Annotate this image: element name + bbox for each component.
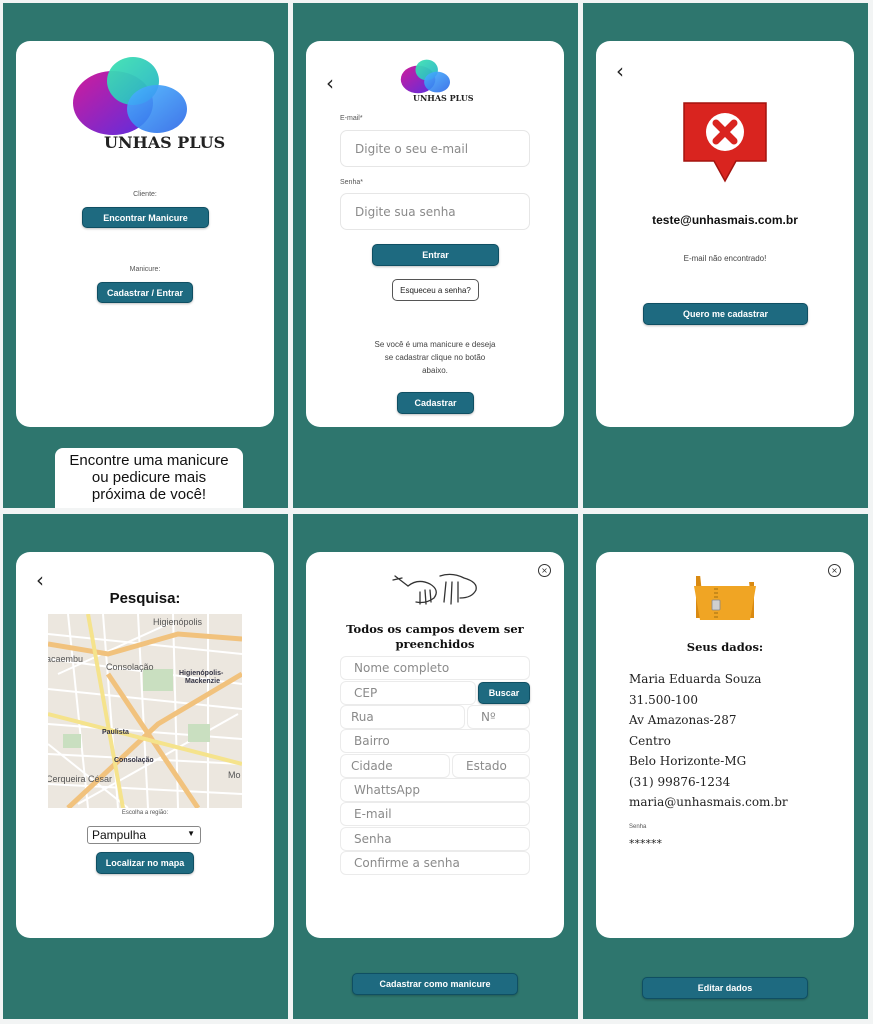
search-card: ‹ Pesquisa: Higienópolis acaembu Consola…	[16, 552, 274, 938]
map-image: Higienópolis acaembu Consolação Higienóp…	[48, 614, 242, 808]
manicure-label: Manicure:	[129, 266, 161, 273]
register-button[interactable]: Cadastrar	[397, 392, 474, 414]
screen-search: ‹ Pesquisa: Higienópolis acaembu Consola…	[3, 514, 288, 1019]
register-title: Todos os campos devem ser preenchidos	[306, 622, 564, 652]
email-field[interactable]: E-mail	[340, 802, 530, 826]
screen-login: ‹ UNHAS PLUS E-mail* Digite o seu e-mail…	[293, 3, 578, 508]
info-line-3: abaixo.	[422, 366, 448, 375]
number-field[interactable]: Nº	[467, 705, 530, 729]
register-as-manicure-button[interactable]: Cadastrar como manicure	[352, 973, 518, 995]
confirm-password-field[interactable]: Confirme a senha	[340, 851, 530, 875]
login-card: ‹ UNHAS PLUS E-mail* Digite o seu e-mail…	[306, 41, 564, 427]
client-label: Cliente:	[133, 191, 157, 198]
locate-on-map-button[interactable]: Localizar no mapa	[96, 852, 194, 874]
map-label: Cerqueira César	[48, 774, 113, 784]
cep-field[interactable]: CEP	[340, 681, 476, 705]
tagline-line-2: ou pedicure mais	[91, 469, 207, 486]
unhas-plus-logo-small	[400, 59, 451, 94]
want-register-button[interactable]: Quero me cadastrar	[643, 303, 808, 325]
state-field[interactable]: Estado	[452, 754, 530, 778]
search-cep-button[interactable]: Buscar	[478, 682, 530, 704]
password-field[interactable]: Senha	[340, 827, 530, 851]
unhas-plus-logo	[73, 57, 187, 135]
hands-drawing-icon	[392, 573, 477, 605]
profile-city: Belo Horizonte-MG	[629, 754, 747, 768]
dropdown-arrow-icon: ▼	[187, 829, 195, 838]
chevron-left-icon[interactable]: ‹	[616, 61, 624, 81]
map-label: Higienópolis-	[179, 670, 224, 677]
region-select[interactable]: Pampulha ▼	[87, 826, 201, 844]
brand-name: UNHAS PLUS	[104, 133, 226, 152]
error-message: E-mail não encontrado!	[683, 254, 767, 263]
map-label: Mo	[228, 770, 241, 780]
map-label: Consolação	[114, 757, 154, 764]
info-line-2: se cadastrar clique no botão	[384, 353, 486, 362]
region-selected-value: Pampulha	[92, 828, 147, 842]
map-label: Paulista	[102, 729, 129, 736]
register-card: × Todos os campos devem ser preenchidos …	[306, 552, 564, 938]
whatsapp-field[interactable]: WhattsApp	[340, 778, 530, 802]
home-card: UNHAS PLUS Cliente: Encontrar Manicure M…	[16, 41, 274, 427]
tagline-line-3: próxima de você!	[91, 486, 207, 503]
profile-password-label: Senha	[629, 824, 647, 830]
email-field[interactable]: Digite o seu e-mail	[340, 130, 530, 167]
my-data-title: Seus dados:	[686, 640, 764, 654]
password-field[interactable]: Digite sua senha	[340, 193, 530, 230]
screen-home: UNHAS PLUS Cliente: Encontrar Manicure M…	[3, 3, 288, 508]
register-title-line-1: Todos os campos devem ser	[346, 622, 524, 636]
profile-district: Centro	[629, 734, 671, 748]
profile-email: maria@unhasmais.com.br	[629, 795, 788, 809]
login-button[interactable]: Entrar	[372, 244, 499, 266]
close-circle-icon[interactable]: ×	[538, 564, 551, 577]
register-title-line-2: preenchidos	[395, 637, 475, 651]
folder-zip-icon	[694, 569, 756, 620]
map-label: acaembu	[48, 654, 84, 664]
map-label: Consolação	[106, 662, 154, 672]
chevron-left-icon[interactable]: ‹	[326, 73, 334, 93]
city-field[interactable]: Cidade	[340, 754, 450, 778]
street-field[interactable]: Rua	[340, 705, 465, 729]
screen-register: × Todos os campos devem ser preenchidos …	[293, 514, 578, 1019]
profile-card: × Seus dados: Maria Eduarda Souza 31.500…	[596, 552, 854, 938]
brand-name-small: UNHAS PLUS	[413, 93, 474, 103]
close-circle-icon[interactable]: ×	[828, 564, 841, 577]
screen-email-not-found: ‹ teste@unhasmais.com.br E-mail não enco…	[583, 3, 868, 508]
region-label: Escolha a região:	[121, 810, 169, 816]
profile-cep: 31.500-100	[629, 693, 698, 707]
chevron-left-icon[interactable]: ‹	[36, 570, 44, 590]
map-label: Higienópolis	[153, 617, 203, 627]
email-display: teste@unhasmais.com.br	[652, 213, 798, 227]
error-card: ‹ teste@unhasmais.com.br E-mail não enco…	[596, 41, 854, 427]
full-name-field[interactable]: Nome completo	[340, 656, 530, 680]
profile-password-value: ******	[629, 837, 662, 850]
error-marker-icon	[683, 102, 767, 183]
email-label: E-mail*	[340, 115, 363, 122]
profile-phone: (31) 99876-1234	[629, 775, 731, 789]
manicure-info: Se você é uma manicure e deseja se cadas…	[306, 338, 564, 377]
register-login-button[interactable]: Cadastrar / Entrar	[97, 282, 193, 303]
tagline-line-1: Encontre uma manicure	[69, 452, 229, 469]
edit-data-button[interactable]: Editar dados	[642, 977, 808, 999]
info-line-1: Se você é uma manicure e deseja	[374, 340, 496, 349]
forgot-password-button[interactable]: Esqueceu a senha?	[392, 279, 479, 301]
screen-my-data: × Seus dados: Maria Eduarda Souza 31.500…	[583, 514, 868, 1019]
profile-address: Av Amazonas-287	[629, 713, 737, 727]
tagline-card: Encontre uma manicure ou pedicure mais p…	[55, 448, 243, 508]
profile-name: Maria Eduarda Souza	[629, 672, 762, 686]
district-field[interactable]: Bairro	[340, 729, 530, 753]
find-manicure-button[interactable]: Encontrar Manicure	[82, 207, 209, 228]
password-label: Senha*	[340, 179, 363, 186]
map-label: Mackenzie	[185, 678, 221, 685]
search-title: Pesquisa:	[109, 590, 181, 607]
